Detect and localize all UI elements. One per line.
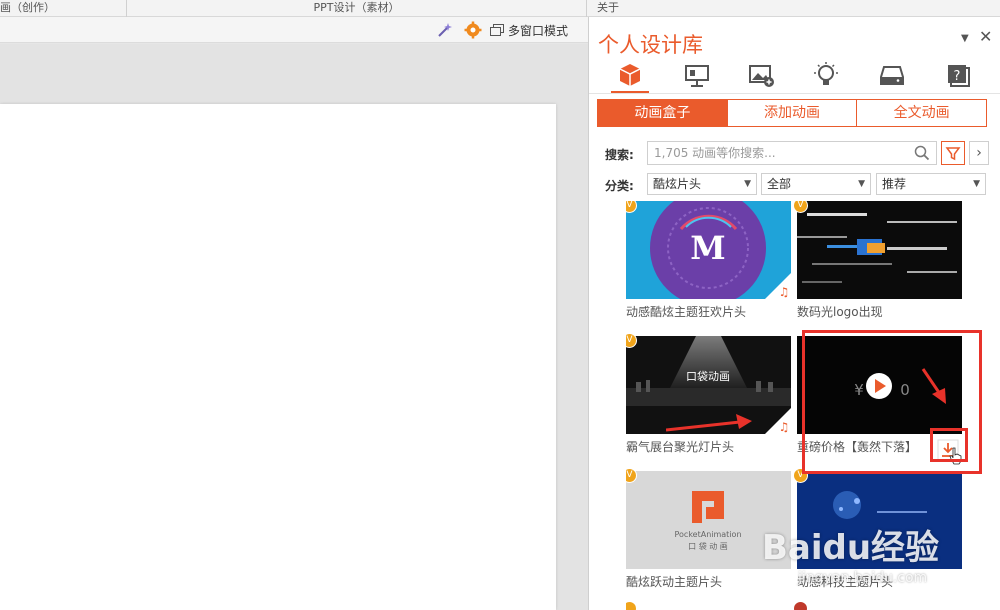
music-note-icon: ♫ [765, 408, 791, 434]
group-label-create: 画（创作） [0, 0, 127, 17]
annotation-arrow [666, 414, 752, 432]
search-box [647, 141, 937, 165]
filter-icon [945, 147, 961, 161]
category-label: 分类: [605, 179, 634, 193]
card-caption: 数码光logo出现 [797, 305, 883, 319]
scope-select[interactable]: 全部 ▼ [761, 173, 871, 195]
magic-wand-icon[interactable] [436, 21, 454, 39]
svg-text:♫: ♫ [779, 285, 790, 299]
windows-icon [490, 24, 504, 36]
annotation-download-box [930, 428, 968, 462]
gear-icon[interactable] [464, 21, 482, 39]
divider [589, 93, 1000, 94]
svg-text:PocketAnimation: PocketAnimation [674, 530, 741, 539]
music-note-icon: ♫ [765, 273, 791, 299]
svg-text:口袋动画: 口袋动画 [686, 369, 730, 383]
svg-text:口 袋 动 画: 口 袋 动 画 [688, 541, 728, 551]
search-icon[interactable] [914, 145, 930, 161]
card-caption: 霸气展台聚光灯片头 [626, 440, 735, 454]
tab-animation-box[interactable]: 动画盒子 [598, 100, 728, 126]
panel-icon-tabs: ? [589, 57, 1000, 93]
scope-select-value: 全部 [767, 177, 792, 191]
watermark-logo: Baidu经验 [762, 528, 940, 568]
chevron-down-icon: ▼ [744, 179, 751, 189]
svg-text:?: ? [954, 69, 961, 84]
card-thumbnail[interactable] [797, 201, 962, 299]
panel-menu-icon[interactable]: ▼ [961, 33, 969, 44]
sort-select-value: 推荐 [882, 177, 907, 191]
app-window: 画（创作） PPT设计（素材） 关于 多窗口模式 个人设计库 ▼ ✕ ? 动画盒… [0, 0, 1000, 610]
watermark-url: jingyan.baidu.com [798, 570, 928, 586]
thumbnail-image [797, 213, 957, 283]
multi-window-mode-button[interactable]: 多窗口模式 [490, 20, 568, 40]
card-thumbnail[interactable]: M ♫ [626, 201, 791, 299]
chevron-down-icon: ▼ [973, 179, 980, 189]
filter-button[interactable] [941, 141, 965, 165]
toolbar: 多窗口模式 [0, 17, 588, 43]
annotation-arrow [921, 368, 946, 404]
chevron-down-icon: ▼ [858, 179, 865, 189]
group-label-ppt-design: PPT设计（素材） [127, 0, 587, 17]
multi-window-label: 多窗口模式 [508, 23, 569, 38]
card-caption: 动感酷炫主题狂欢片头 [626, 305, 747, 319]
panel-title: 个人设计库 [598, 33, 703, 57]
slide-canvas[interactable] [0, 104, 556, 610]
svg-text:M: M [690, 229, 725, 267]
help-icon[interactable]: ? [944, 61, 972, 89]
drive-icon[interactable] [878, 61, 906, 89]
svg-text:♫: ♫ [779, 420, 790, 434]
lightbulb-icon[interactable] [812, 61, 840, 89]
tab-add-animation[interactable]: 添加动画 [727, 100, 858, 126]
next-button[interactable]: › [969, 141, 989, 165]
category-select-value: 酷炫片头 [653, 177, 702, 191]
box-icon[interactable] [616, 61, 644, 89]
group-label-about: 关于 [597, 1, 619, 14]
search-label: 搜索: [605, 148, 634, 162]
animation-tabs: 动画盒子 添加动画 全文动画 [597, 99, 987, 127]
sort-select[interactable]: 推荐 ▼ [876, 173, 986, 195]
close-icon[interactable]: ✕ [979, 27, 992, 46]
verified-badge [793, 601, 808, 610]
presentation-icon[interactable] [683, 61, 711, 89]
card-caption: 酷炫跃动主题片头 [626, 575, 723, 589]
ribbon-group-bar: 画（创作） PPT设计（素材） 关于 [0, 0, 1000, 17]
tab-full-text-animation[interactable]: 全文动画 [857, 100, 987, 126]
search-input[interactable] [648, 142, 903, 164]
image-icon[interactable] [747, 61, 775, 89]
verified-badge [626, 601, 637, 610]
category-select[interactable]: 酷炫片头 ▼ [647, 173, 757, 195]
